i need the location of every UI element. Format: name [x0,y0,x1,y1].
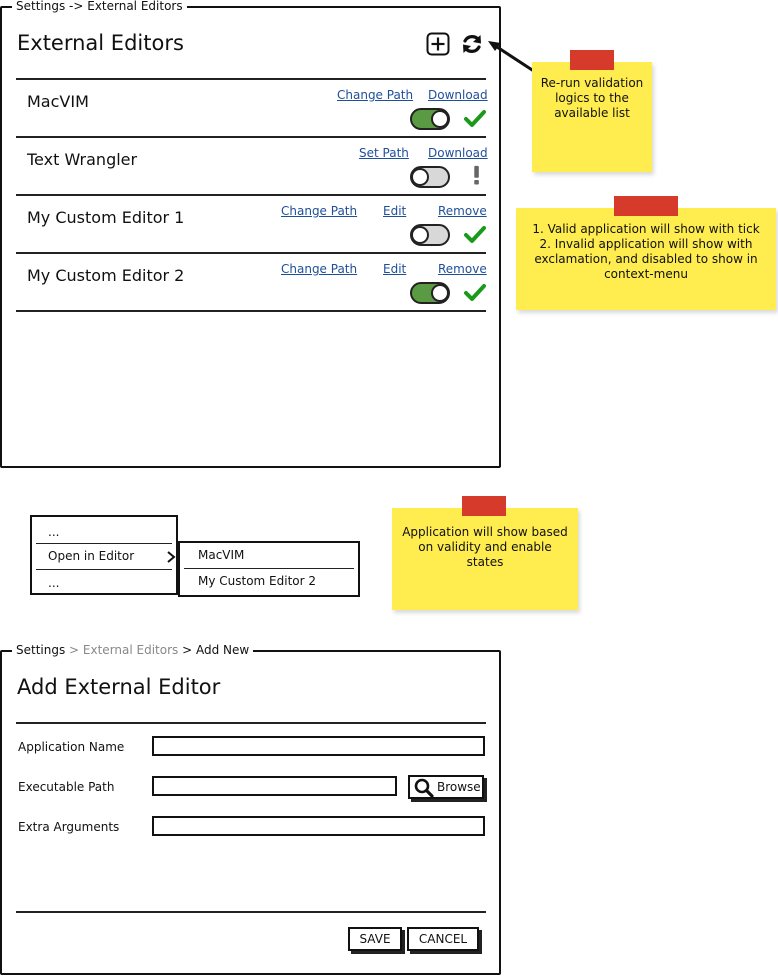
sticky-note-menu: Application will show based on validity … [392,496,578,610]
change-path-link[interactable]: Change Path [281,204,357,218]
extra-arguments-input[interactable] [152,816,485,836]
context-submenu: MacVIM My Custom Editor 2 [178,541,360,597]
divider [16,310,486,312]
toggle-knob [431,284,449,302]
divider [16,252,486,254]
menu-item-ellipsis[interactable]: ... [32,525,176,539]
browse-label: Browse [437,780,481,794]
refresh-icon[interactable] [460,32,484,56]
editor-name-custom-2: My Custom Editor 2 [27,266,185,285]
enable-toggle[interactable] [410,282,450,304]
page-title: Add External Editor [17,675,221,699]
submenu-item-macvim[interactable]: MacVIM [180,548,358,562]
plus-square-icon[interactable] [426,32,450,56]
sticky-note-rerun: Re-run validation logics to the availabl… [532,50,652,172]
breadcrumb-add-new: > Add New [182,643,250,657]
breadcrumb-settings[interactable]: Settings [16,643,65,657]
set-path-link[interactable]: Set Path [359,146,409,160]
submenu-item-custom-editor-2[interactable]: My Custom Editor 2 [180,574,358,588]
divider [16,194,486,196]
divider [16,722,486,724]
divider [16,136,486,138]
enable-toggle[interactable] [410,108,450,130]
exclamation-icon [474,165,479,185]
sticky-note-validity: 1. Valid application will show with tick… [516,196,776,310]
note-line: 1. Valid application will show with tick [532,222,760,236]
note-text: 1. Valid application will show with tick… [526,222,766,282]
chevron-right-icon [167,551,176,563]
change-path-link[interactable]: Change Path [281,262,357,276]
page-title: External Editors [17,31,184,55]
note-line: 2. Invalid application will show with ex… [534,237,758,281]
breadcrumb: Settings > External Editors > Add New [12,643,254,657]
breadcrumb-external-editors[interactable]: > External Editors [69,643,178,657]
tape [570,50,614,70]
menu-divider [36,543,172,544]
download-link[interactable]: Download [428,146,488,160]
application-name-label: Application Name [18,740,125,754]
note-text: Re-run validation logics to the availabl… [540,76,644,120]
edit-link[interactable]: Edit [383,262,406,276]
context-menu: ... Open in Editor ... [30,515,178,595]
external-editors-panel: Settings -> External Editors External Ed… [0,0,501,468]
change-path-link[interactable]: Change Path [337,88,413,102]
browse-button[interactable]: Browse [408,775,484,799]
menu-divider [184,568,354,569]
editor-name-custom-1: My Custom Editor 1 [27,208,185,227]
executable-path-label: Executable Path [18,780,115,794]
download-link[interactable]: Download [428,88,488,102]
check-icon [464,110,486,127]
remove-link[interactable]: Remove [438,204,487,218]
menu-item-ellipsis[interactable]: ... [32,576,176,590]
add-editor-panel: Settings > External Editors > Add New Ad… [0,643,501,975]
toggle-knob [411,226,429,244]
tape [462,496,506,516]
editor-name-macvim: MacVIM [27,92,89,111]
cancel-button[interactable]: CANCEL [407,927,479,951]
enable-toggle[interactable] [410,224,450,246]
toggle-knob [431,110,449,128]
menu-item-open-in-editor[interactable]: Open in Editor [32,549,176,563]
editor-name-text-wrangler: Text Wrangler [27,150,138,169]
remove-link[interactable]: Remove [438,262,487,276]
edit-link[interactable]: Edit [383,204,406,218]
extra-arguments-label: Extra Arguments [18,820,120,834]
enable-toggle[interactable] [410,166,450,188]
divider [16,78,486,80]
executable-path-input[interactable] [152,776,397,796]
check-icon [464,226,486,243]
tape [614,196,678,216]
save-button[interactable]: SAVE [348,927,402,951]
check-icon [464,284,486,301]
menu-divider [36,569,172,570]
note-text: Application will show based on validity … [402,525,568,569]
application-name-input[interactable] [152,736,485,756]
divider [16,911,486,913]
breadcrumb: Settings -> External Editors [12,0,187,13]
toggle-knob [411,168,429,186]
magnifier-icon [414,778,434,798]
